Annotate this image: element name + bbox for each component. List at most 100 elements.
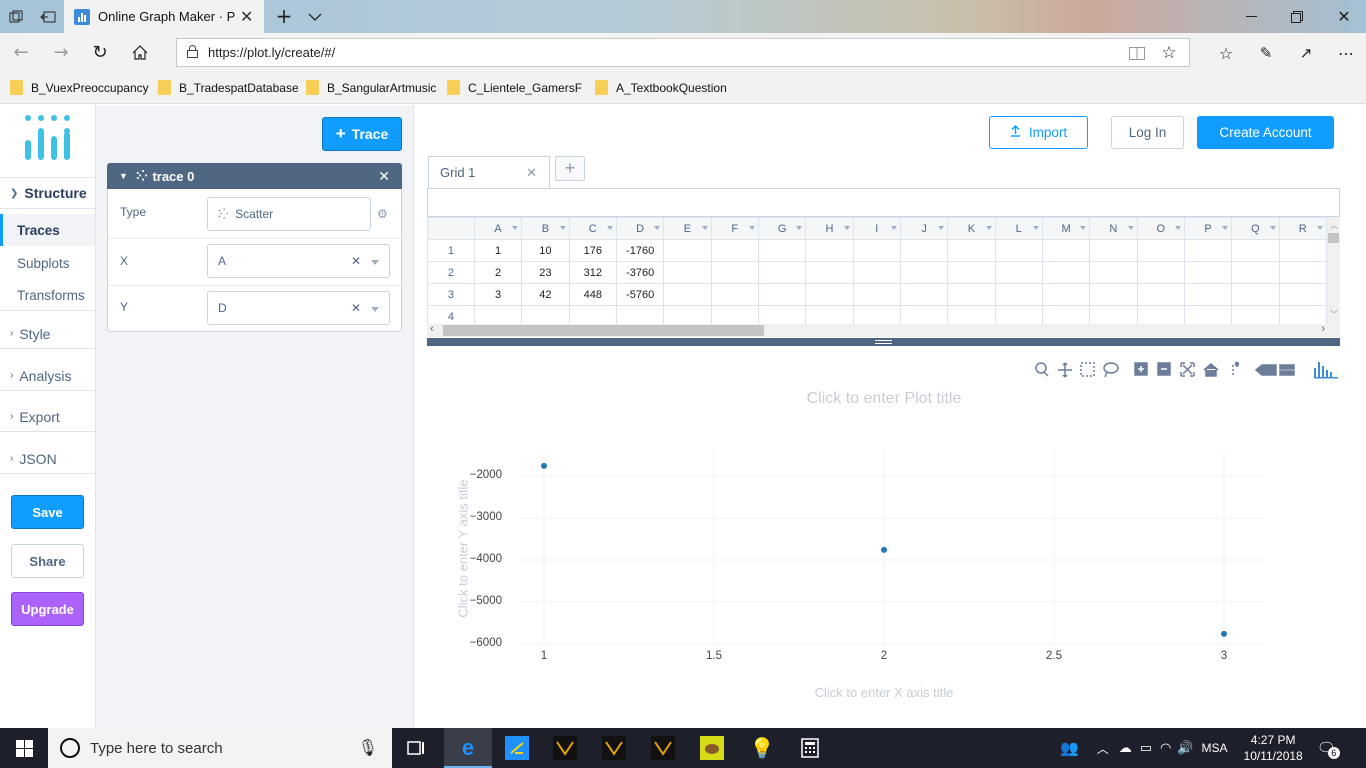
favorites-hub-icon[interactable]: ☆: [1215, 42, 1237, 64]
grid-cell[interactable]: [947, 305, 996, 325]
column-header[interactable]: M: [1041, 217, 1091, 240]
column-header[interactable]: L: [994, 217, 1043, 240]
restore-icon[interactable]: [1287, 7, 1307, 27]
nav-traces[interactable]: Traces: [0, 214, 95, 246]
column-header[interactable]: J: [899, 217, 949, 240]
column-menu-caret-icon[interactable]: [512, 226, 519, 230]
column-header[interactable]: C: [568, 217, 617, 240]
column-menu-caret-icon[interactable]: [1174, 226, 1181, 230]
favorite-item[interactable]: B_TradespatDatabase: [158, 80, 298, 95]
add-trace-button[interactable]: + Trace: [322, 117, 402, 151]
grid-horizontal-scrollbar[interactable]: ‹ ›: [427, 323, 1340, 337]
show-hidden-icons-chevron-icon[interactable]: ︿: [1097, 740, 1109, 757]
language-indicator[interactable]: MSA: [1202, 741, 1228, 755]
row-header[interactable]: 3: [427, 283, 475, 306]
calculator-icon[interactable]: [798, 736, 822, 760]
grid-cell[interactable]: 42: [521, 283, 570, 306]
app-icon[interactable]: [651, 736, 675, 760]
save-button[interactable]: Save: [11, 495, 84, 529]
grid-cell[interactable]: [805, 283, 854, 306]
grid-cell[interactable]: [1278, 305, 1327, 325]
grid-cell[interactable]: -5760: [615, 283, 665, 306]
autoscale-icon[interactable]: [1180, 362, 1195, 377]
reading-view-icon[interactable]: [1127, 43, 1147, 63]
edge-browser-icon[interactable]: e: [456, 735, 480, 760]
column-header[interactable]: G: [757, 217, 807, 240]
grid-cell[interactable]: [899, 283, 949, 306]
grid-cell[interactable]: [1278, 261, 1327, 284]
grid-cell[interactable]: [947, 283, 996, 306]
nav-structure[interactable]: ❯ Structure: [0, 177, 95, 209]
column-menu-caret-icon[interactable]: [1032, 226, 1039, 230]
zoom-icon[interactable]: [1035, 362, 1049, 377]
add-grid-button[interactable]: +: [555, 156, 585, 181]
grid-cell[interactable]: [1183, 239, 1233, 262]
column-header[interactable]: A: [473, 217, 523, 240]
column-header[interactable]: Q: [1231, 217, 1280, 240]
back-icon[interactable]: ←: [10, 42, 32, 63]
lightbulb-icon[interactable]: 💡: [750, 736, 775, 760]
grid-cell[interactable]: [1231, 261, 1280, 284]
grid-cell[interactable]: [663, 305, 712, 325]
column-menu-caret-icon[interactable]: [1269, 226, 1276, 230]
grid-cell[interactable]: [1089, 261, 1138, 284]
grid-cell[interactable]: [1278, 283, 1327, 306]
grid-cell[interactable]: [1183, 305, 1233, 325]
reset-axes-icon[interactable]: [1203, 363, 1219, 377]
grid-cell[interactable]: [521, 305, 570, 325]
column-header[interactable]: R: [1278, 217, 1327, 240]
nav-export[interactable]: › Export: [0, 402, 95, 432]
app-icon[interactable]: [602, 736, 626, 760]
grid-cell[interactable]: [1136, 305, 1185, 325]
clear-icon[interactable]: ✕: [351, 301, 361, 315]
home-icon[interactable]: [129, 42, 151, 62]
grid-cell[interactable]: [1231, 239, 1280, 262]
microphone-icon[interactable]: 🎙: [358, 738, 378, 758]
grid-cell[interactable]: [805, 239, 854, 262]
nav-transforms[interactable]: Transforms: [0, 281, 95, 311]
create-account-button[interactable]: Create Account: [1197, 116, 1334, 149]
scroll-up-icon[interactable]: ︿: [1330, 220, 1338, 231]
grid-cell[interactable]: [994, 239, 1043, 262]
nav-style[interactable]: › Style: [0, 319, 95, 349]
column-menu-caret-icon[interactable]: [843, 226, 850, 230]
data-point[interactable]: [881, 546, 887, 553]
hover-closest-icon[interactable]: [1254, 364, 1277, 376]
zoom-in-icon[interactable]: [1134, 362, 1148, 376]
nav-json[interactable]: › JSON: [0, 444, 95, 474]
column-menu-caret-icon[interactable]: [1080, 226, 1087, 230]
taskbar-search[interactable]: Type here to search 🎙: [48, 728, 392, 768]
grid-cell[interactable]: [757, 261, 807, 284]
scroll-thumb[interactable]: [443, 325, 764, 336]
grid-cell[interactable]: -1760: [615, 239, 665, 262]
scroll-thumb[interactable]: [1328, 233, 1339, 243]
grid-cell[interactable]: [852, 305, 901, 325]
grid-cell[interactable]: [1278, 239, 1327, 262]
grid-cell[interactable]: [1089, 239, 1138, 262]
battery-icon[interactable]: ▭: [1140, 740, 1152, 756]
new-tab-icon[interactable]: +: [274, 4, 294, 28]
grid-cell[interactable]: -3760: [615, 261, 665, 284]
column-header[interactable]: H: [805, 217, 854, 240]
row-header[interactable]: 4: [427, 305, 475, 325]
close-tab-icon[interactable]: ✕: [240, 7, 253, 27]
grid-cell[interactable]: 23: [521, 261, 570, 284]
grid-cell[interactable]: [994, 305, 1043, 325]
data-point[interactable]: [1221, 630, 1227, 637]
column-header[interactable]: N: [1089, 217, 1138, 240]
grid-cell[interactable]: [947, 239, 996, 262]
refresh-icon[interactable]: ↻: [89, 42, 111, 63]
column-header[interactable]: P: [1183, 217, 1233, 240]
column-menu-caret-icon[interactable]: [559, 226, 566, 230]
grid-cell[interactable]: [1041, 305, 1091, 325]
column-menu-caret-icon[interactable]: [1127, 226, 1134, 230]
lasso-select-icon[interactable]: [1103, 362, 1119, 378]
grid-cell[interactable]: 10: [521, 239, 570, 262]
grid-cell[interactable]: [1231, 283, 1280, 306]
close-grid-icon[interactable]: ✕: [526, 165, 537, 181]
grid-cell[interactable]: 448: [568, 283, 617, 306]
wifi-icon[interactable]: ◠: [1160, 740, 1171, 756]
hover-compare-icon[interactable]: [1279, 364, 1295, 376]
people-icon[interactable]: 👥: [1060, 739, 1079, 757]
grid-cell[interactable]: [1136, 283, 1185, 306]
